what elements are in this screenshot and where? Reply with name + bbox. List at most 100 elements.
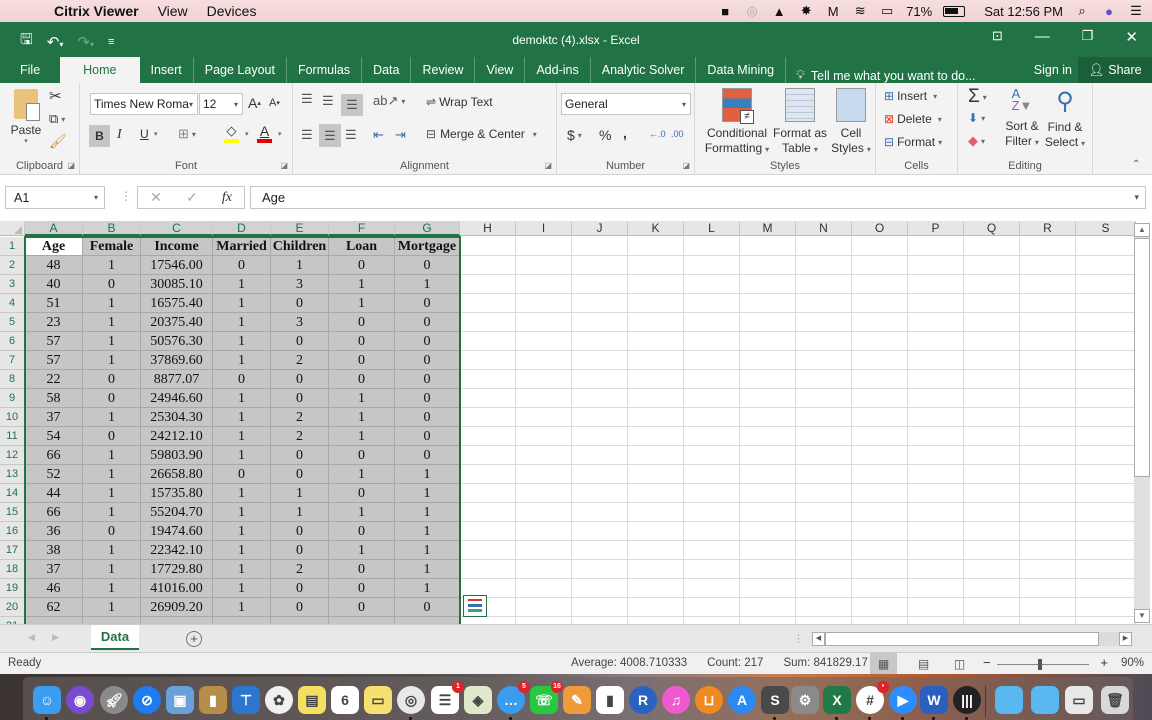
tab-data-mining[interactable]: Data Mining: [696, 57, 787, 83]
header-cell[interactable]: Age: [25, 237, 83, 256]
empty-cell[interactable]: [964, 351, 1020, 370]
data-cell[interactable]: 51: [25, 294, 83, 313]
formula-input[interactable]: Age ▾: [250, 186, 1146, 209]
data-cell[interactable]: 38: [25, 541, 83, 560]
empty-cell[interactable]: [964, 237, 1020, 256]
align-left-icon[interactable]: ☰: [301, 127, 313, 143]
row-header-21[interactable]: 21: [0, 617, 25, 624]
italic-button[interactable]: I: [117, 127, 122, 143]
tab-file[interactable]: File: [0, 57, 60, 83]
empty-cell[interactable]: [628, 275, 684, 294]
column-header-l[interactable]: L: [684, 221, 740, 236]
row-header-3[interactable]: 3: [0, 275, 25, 294]
empty-cell[interactable]: [684, 294, 740, 313]
borders-icon[interactable]: ⊞ ▾: [178, 126, 196, 142]
empty-cell[interactable]: [852, 465, 908, 484]
empty-cell[interactable]: [908, 541, 964, 560]
empty-cell[interactable]: [852, 541, 908, 560]
data-cell[interactable]: 57: [25, 332, 83, 351]
empty-cell[interactable]: [516, 332, 572, 351]
empty-cell[interactable]: [516, 503, 572, 522]
data-cell[interactable]: 1: [329, 389, 395, 408]
dock-calendar-icon[interactable]: 6: [331, 686, 359, 714]
data-cell[interactable]: 1: [213, 598, 271, 617]
data-cell[interactable]: 1: [213, 275, 271, 294]
name-box[interactable]: A1 ▾: [5, 186, 105, 209]
data-cell[interactable]: 1: [83, 484, 141, 503]
data-cell[interactable]: 1: [213, 313, 271, 332]
empty-cell[interactable]: [1020, 294, 1076, 313]
wrap-text-button[interactable]: ⇌ Wrap Text: [426, 95, 493, 109]
data-cell[interactable]: 1: [83, 256, 141, 275]
empty-cell[interactable]: [964, 579, 1020, 598]
tab-add-ins[interactable]: Add-ins: [525, 57, 591, 83]
empty-cell[interactable]: [1020, 598, 1076, 617]
empty-cell[interactable]: [572, 503, 628, 522]
header-cell[interactable]: Children: [271, 237, 329, 256]
paste-button[interactable]: Paste ▾: [10, 89, 42, 145]
data-cell[interactable]: 1: [395, 275, 460, 294]
empty-cell[interactable]: [796, 370, 852, 389]
increase-font-icon[interactable]: A ▴: [248, 95, 261, 111]
tab-analytic-solver[interactable]: Analytic Solver: [591, 57, 697, 83]
page-layout-view-icon[interactable]: ▤: [910, 653, 937, 674]
empty-cell[interactable]: [852, 275, 908, 294]
empty-cell[interactable]: [908, 446, 964, 465]
data-cell[interactable]: 1: [329, 541, 395, 560]
data-cell[interactable]: 8877.07: [141, 370, 213, 389]
data-cell[interactable]: 66: [25, 446, 83, 465]
data-cell[interactable]: 1: [83, 351, 141, 370]
data-cell[interactable]: 1: [83, 503, 141, 522]
row-header-19[interactable]: 19: [0, 579, 25, 598]
data-cell[interactable]: 3: [271, 275, 329, 294]
data-cell[interactable]: 0: [329, 370, 395, 389]
empty-cell[interactable]: [460, 351, 516, 370]
empty-cell[interactable]: [628, 560, 684, 579]
empty-cell[interactable]: [1076, 484, 1136, 503]
data-cell[interactable]: 1: [213, 389, 271, 408]
data-cell[interactable]: 0: [329, 579, 395, 598]
dock-pages-icon[interactable]: ✎: [563, 686, 591, 714]
empty-cell[interactable]: [684, 579, 740, 598]
dock-photos-icon[interactable]: ✿: [265, 686, 293, 714]
dock-preview-icon[interactable]: ▣: [166, 686, 194, 714]
empty-cell[interactable]: [852, 617, 908, 624]
empty-cell[interactable]: [796, 389, 852, 408]
empty-cell[interactable]: [516, 275, 572, 294]
header-cell[interactable]: Female: [83, 237, 141, 256]
status-average[interactable]: Average: 4008.710333: [571, 657, 687, 669]
dock-screenshot-icon[interactable]: ▭: [1065, 686, 1093, 714]
empty-cell[interactable]: [908, 484, 964, 503]
empty-cell[interactable]: [1020, 275, 1076, 294]
data-cell[interactable]: 37: [25, 408, 83, 427]
empty-cell[interactable]: [684, 275, 740, 294]
empty-cell[interactable]: [796, 522, 852, 541]
data-cell[interactable]: 3: [271, 313, 329, 332]
empty-cell[interactable]: [684, 446, 740, 465]
empty-cell[interactable]: [908, 275, 964, 294]
empty-cell[interactable]: [740, 408, 796, 427]
empty-cell[interactable]: [796, 294, 852, 313]
tab-splitter[interactable]: ⋮: [793, 632, 804, 645]
column-header-b[interactable]: B: [83, 221, 141, 236]
data-cell[interactable]: 1: [213, 541, 271, 560]
increase-indent-icon[interactable]: ⇥: [395, 127, 406, 143]
column-header-e[interactable]: E: [271, 221, 329, 236]
data-cell[interactable]: 23: [25, 313, 83, 332]
empty-cell[interactable]: [796, 446, 852, 465]
empty-cell[interactable]: [964, 332, 1020, 351]
data-cell[interactable]: 1: [213, 427, 271, 446]
empty-cell[interactable]: [572, 427, 628, 446]
data-cell[interactable]: 1: [329, 294, 395, 313]
autosum-icon[interactable]: Σ ▾: [968, 86, 987, 108]
empty-cell[interactable]: [1020, 617, 1076, 624]
data-cell[interactable]: [83, 617, 141, 624]
column-header-k[interactable]: K: [628, 221, 684, 236]
quick-analysis-icon[interactable]: [463, 595, 487, 617]
row-header-17[interactable]: 17: [0, 541, 25, 560]
empty-cell[interactable]: [908, 256, 964, 275]
dock-word-icon[interactable]: W: [920, 686, 948, 720]
empty-cell[interactable]: [460, 522, 516, 541]
data-cell[interactable]: 1: [329, 427, 395, 446]
empty-cell[interactable]: [852, 389, 908, 408]
